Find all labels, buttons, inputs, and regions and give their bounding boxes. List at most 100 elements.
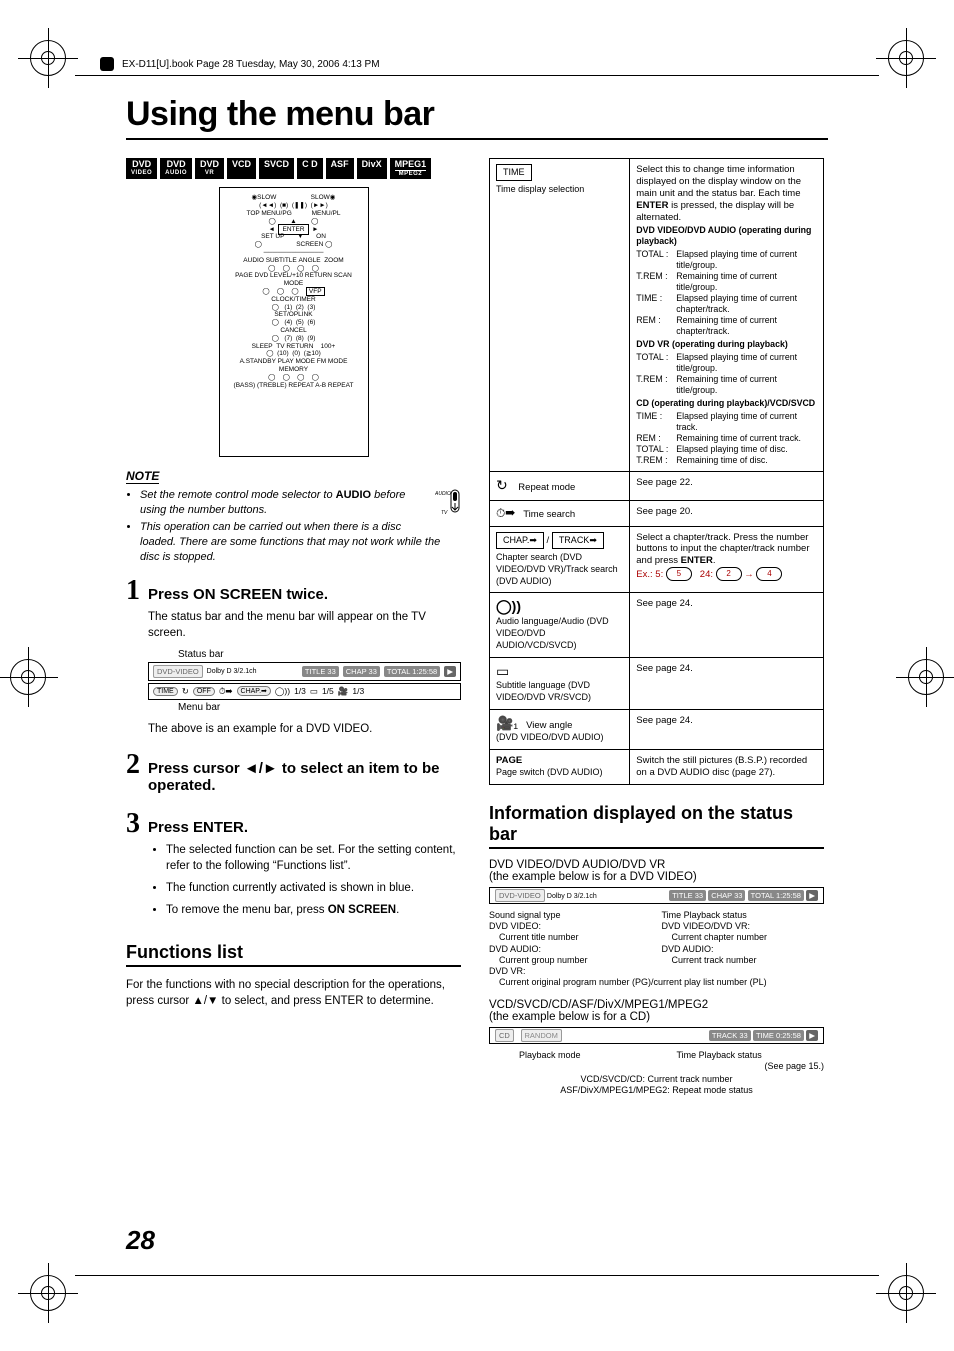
chap-example: Ex.: 5: 5 24: 2 → 4 — [636, 569, 782, 580]
page-caption: Page switch (DVD AUDIO) — [496, 767, 603, 777]
step-2-heading: Press cursor ◄/► to select an item to be… — [148, 760, 461, 794]
crop-mark-icon — [888, 1275, 924, 1311]
chap-chip: CHAP 33 — [343, 666, 380, 677]
repeat-desc: See page 22. — [630, 472, 824, 501]
table-row-subtitle: ▭Subtitle language (DVD VIDEO/DVD VR/SVC… — [490, 657, 824, 709]
step-3-heading: Press ENTER. — [148, 819, 461, 836]
subtitle-icon: ▭ — [496, 663, 509, 679]
table-row-time: TIME Time display selection Select this … — [490, 159, 824, 472]
disc-chip: DVD-VIDEO — [153, 665, 203, 678]
badge-asf: ASF — [326, 158, 354, 179]
badge-dvd-video: DVDVIDEO — [126, 158, 157, 179]
crop-mark-icon — [908, 659, 944, 695]
page-number: 28 — [126, 1225, 155, 1256]
timesearch-desc: See page 20. — [630, 500, 824, 526]
repeat-icon: ↻ — [496, 477, 508, 493]
step-1-text: The status bar and the menu bar will app… — [148, 609, 461, 641]
page-title: Using the menu bar — [126, 95, 828, 134]
clock-arrow-icon: ⏱➡ — [496, 506, 515, 520]
dolby-chip: Dolby D 3/2.1ch — [207, 668, 257, 675]
play-icon: ▶ — [806, 890, 818, 901]
audio-desc: See page 24. — [630, 593, 824, 657]
time-caption: Time display selection — [496, 184, 584, 194]
chap-caption: Chapter search (DVD VIDEO/DVD VR)/Track … — [496, 552, 618, 586]
badge-svcd: SVCD — [259, 158, 294, 179]
title-rule — [126, 138, 828, 140]
callouts2-right: Time Playback status (See page 15.) — [677, 1050, 825, 1073]
num-4-button-icon: 4 — [756, 567, 782, 581]
note-item: AUDIO TV Set the remote control mode sel… — [140, 488, 461, 518]
time-h3: CD (operating during playback)/VCD/SVCD — [636, 398, 817, 409]
functions-list-heading: Functions list — [126, 942, 461, 967]
note-block: NOTE AUDIO TV — [126, 467, 461, 564]
table-row-angle: 🎥₁ View angle(DVD VIDEO/DVD AUDIO) See p… — [490, 709, 824, 749]
step-3-bullet: The function currently activated is show… — [166, 880, 461, 896]
crop-mark-icon — [888, 40, 924, 76]
callout-pg-pl: Current original program number (PG)/cur… — [489, 977, 824, 988]
table-row-audio: ◯)) Audio language/Audio (DVD VIDEO/DVD A… — [490, 593, 824, 657]
num-2-button-icon: 2 — [716, 567, 742, 581]
book-header: EX-D11[U].book Page 28 Tuesday, May 30, … — [100, 57, 380, 71]
chap-box: CHAP.➡ — [496, 532, 544, 549]
step-1: 1 Press ON SCREEN twice. The status bar … — [126, 577, 461, 741]
track-box: TRACK➡ — [552, 532, 604, 549]
note-heading: NOTE — [126, 469, 159, 484]
info-sub2: VCD/SVCD/CD/ASF/DivX/MPEG1/MPEG2 (the ex… — [489, 999, 824, 1023]
up-down-arrow-icon: ▲/▼ — [192, 995, 218, 1007]
callouts-left: Sound signal type DVD VIDEO: Current tit… — [489, 910, 652, 978]
total-chip: TOTAL 1:25:58 — [384, 666, 440, 677]
info-heading: Information displayed on the status bar — [489, 803, 824, 849]
menu-angle-frac: 1/3 — [352, 686, 364, 696]
footer-rule — [75, 1275, 879, 1276]
time-h1: DVD VIDEO/DVD AUDIO (operating during pl… — [636, 225, 817, 247]
angle-desc: See page 24. — [630, 709, 824, 749]
angle-icon: 🎥 — [338, 686, 349, 697]
angle-caption: (DVD VIDEO/DVD AUDIO) — [496, 732, 604, 742]
step-number: 1 — [126, 577, 140, 605]
page-desc: Switch the still pictures (B.S.P.) recor… — [630, 750, 824, 785]
menu-time: TIME — [153, 687, 178, 696]
num-5-button-icon: 5 — [666, 567, 692, 581]
crop-mark-icon — [30, 1275, 66, 1311]
step-1-caption: The above is an example for a DVD VIDEO. — [148, 721, 461, 737]
chap-desc: Select a chapter/track. Press the number… — [636, 532, 809, 567]
camera-icon: 🎥₁ — [496, 715, 518, 731]
menu-subtitle-frac: 1/5 — [322, 686, 334, 696]
callouts-right: Time Playback status DVD VIDEO/DVD VR: C… — [662, 910, 825, 978]
crop-mark-icon — [30, 40, 66, 76]
page-box: PAGE — [496, 755, 522, 766]
left-right-arrow-icon: ◄/► — [244, 760, 278, 777]
repeat-icon: ↻ — [182, 686, 189, 697]
audio-icon: ◯)) — [496, 598, 521, 614]
badge-dvd-vr: DVDVR — [195, 158, 224, 179]
step-number: 3 — [126, 810, 140, 838]
media-badges: DVDVIDEO DVDAUDIO DVDVR VCD SVCD C D ASF… — [126, 158, 461, 179]
functions-list-intro: For the functions with no special descri… — [126, 977, 461, 1009]
step-2: 2 Press cursor ◄/► to select an item to … — [126, 751, 461, 800]
table-row-timesearch: ⏱➡ Time search See page 20. — [490, 500, 824, 526]
svg-text:TV: TV — [441, 510, 448, 516]
step-3: 3 Press ENTER. The selected function can… — [126, 810, 461, 924]
menu-audio-frac: 1/3 — [294, 686, 306, 696]
header-rule — [75, 75, 879, 76]
badge-vcd: VCD — [227, 158, 256, 179]
callouts2-left: Playback mode — [489, 1050, 667, 1073]
book-icon — [100, 57, 114, 71]
step-number: 2 — [126, 751, 140, 779]
note-item: This operation can be carried out when t… — [140, 520, 461, 565]
audio-icon: ◯)) — [275, 686, 290, 697]
time-intro: Select this to change time information d… — [636, 164, 801, 223]
status-example-cd: CD RANDOM TRACK 33 TIME 0:25:58 ▶ — [489, 1027, 824, 1044]
subtitle-icon: ▭ — [310, 686, 318, 697]
book-info-text: EX-D11[U].book Page 28 Tuesday, May 30, … — [122, 59, 380, 70]
subtitle-caption: Subtitle language (DVD VIDEO/DVD VR/SVCD… — [496, 680, 591, 702]
time-box: TIME — [496, 164, 532, 181]
badge-dvd-audio: DVDAUDIO — [160, 158, 192, 179]
functions-table: TIME Time display selection Select this … — [489, 158, 824, 785]
badge-mpeg: MPEG1MPEG2 — [390, 158, 432, 179]
callouts2-bottom: VCD/SVCD/CD: Current track number ASF/Di… — [489, 1074, 824, 1097]
audio-caption: Audio language/Audio (DVD VIDEO/DVD AUDI… — [496, 616, 609, 650]
table-row-chap: CHAP.➡ / TRACK➡ Chapter search (DVD VIDE… — [490, 526, 824, 593]
menu-bar-label: Menu bar — [178, 702, 461, 713]
play-icon: ▶ — [806, 1030, 818, 1041]
